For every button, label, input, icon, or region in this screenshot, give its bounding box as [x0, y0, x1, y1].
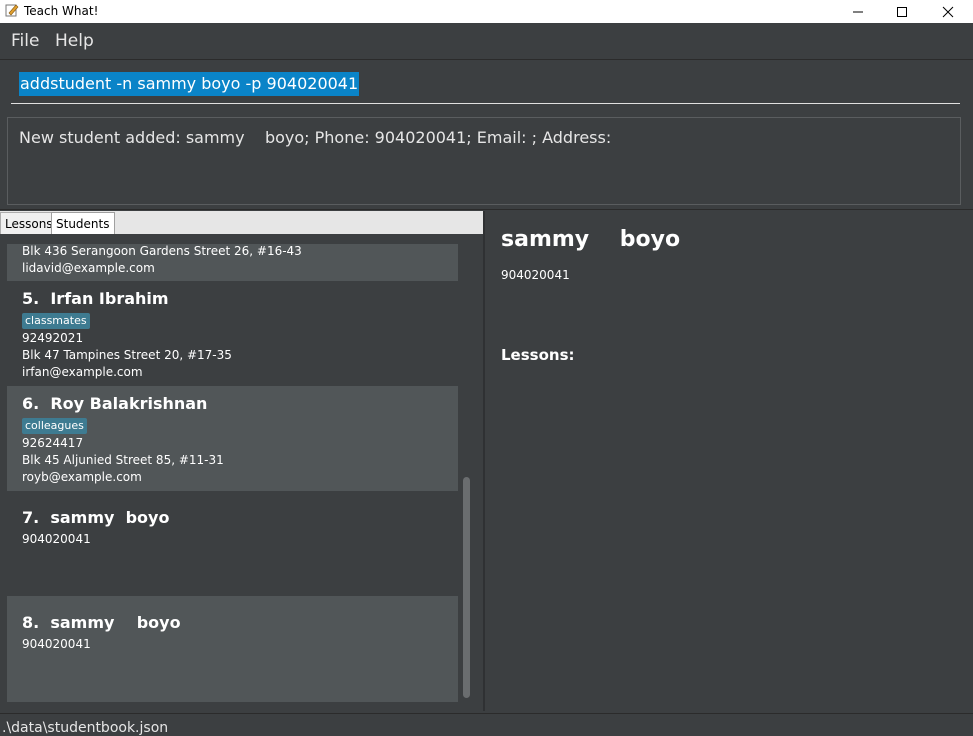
menu-file[interactable]: File [11, 31, 39, 51]
detail-lessons-label: Lessons: [501, 346, 575, 364]
result-display: New student added: sammy boyo; Phone: 90… [7, 117, 961, 205]
tab-students[interactable]: Students [51, 212, 115, 235]
command-input[interactable]: addstudent -n sammy boyo -p 904020041 [19, 72, 360, 96]
student-name: 8. sammy boyo [22, 613, 181, 632]
student-detail-panel: sammy boyo 904020041 Lessons: [485, 211, 973, 711]
list-item[interactable]: 6. Roy Balakrishnan colleagues 92624417 … [7, 386, 458, 491]
student-phone: 904020041 [22, 637, 91, 651]
student-phone: 92624417 [22, 436, 84, 450]
menu-help[interactable]: Help [55, 31, 94, 51]
maximize-icon [897, 6, 907, 17]
student-address: Blk 436 Serangoon Gardens Street 26, #16… [22, 244, 302, 258]
list-item[interactable]: 7. sammy boyo 904020041 [7, 491, 458, 596]
student-email: irfan@example.com [22, 365, 143, 379]
close-button[interactable] [925, 0, 971, 23]
student-name: 6. Roy Balakrishnan [22, 394, 208, 413]
window-title: Teach What! [24, 4, 99, 18]
maximize-button[interactable] [879, 0, 925, 23]
list-item[interactable]: Blk 436 Serangoon Gardens Street 26, #16… [7, 244, 458, 281]
list-item[interactable]: 5. Irfan Ibrahim classmates 92492021 Blk… [7, 281, 458, 386]
student-address: Blk 45 Aljunied Street 85, #11-31 [22, 453, 224, 467]
list-item[interactable]: 8. sammy boyo 904020041 [7, 596, 458, 702]
student-phone: 904020041 [22, 532, 91, 546]
student-name: 5. Irfan Ibrahim [22, 289, 169, 308]
student-list-panel: Blk 436 Serangoon Gardens Street 26, #16… [0, 234, 483, 711]
divider [0, 209, 973, 210]
app-icon [5, 4, 19, 17]
list-scrollbar[interactable] [461, 244, 471, 702]
tab-bar: Lessons Students [0, 211, 483, 235]
detail-name: sammy boyo [501, 227, 681, 252]
student-email: royb@example.com [22, 470, 142, 484]
close-icon [942, 6, 954, 17]
minimize-button[interactable] [835, 0, 881, 23]
status-bar: .\data\studentbook.json [0, 713, 973, 736]
student-email: lidavid@example.com [22, 261, 155, 275]
scrollbar-thumb[interactable] [463, 477, 470, 698]
result-text: New student added: sammy boyo; Phone: 90… [19, 128, 612, 147]
status-file-path: .\data\studentbook.json [2, 720, 169, 736]
student-list[interactable]: Blk 436 Serangoon Gardens Street 26, #16… [7, 244, 458, 702]
menu-bar: File Help [0, 23, 973, 60]
title-bar: Teach What! [0, 0, 973, 23]
student-phone: 92492021 [22, 331, 84, 345]
command-box: addstudent -n sammy boyo -p 904020041 [0, 60, 973, 110]
student-tag: colleagues [22, 418, 87, 434]
student-name: 7. sammy boyo [22, 508, 170, 527]
student-address: Blk 47 Tampines Street 20, #17-35 [22, 348, 232, 362]
minimize-icon [853, 11, 863, 12]
detail-phone: 904020041 [501, 268, 570, 282]
student-tag: classmates [22, 313, 90, 329]
command-underline [11, 103, 960, 104]
tab-lessons[interactable]: Lessons [0, 212, 58, 235]
